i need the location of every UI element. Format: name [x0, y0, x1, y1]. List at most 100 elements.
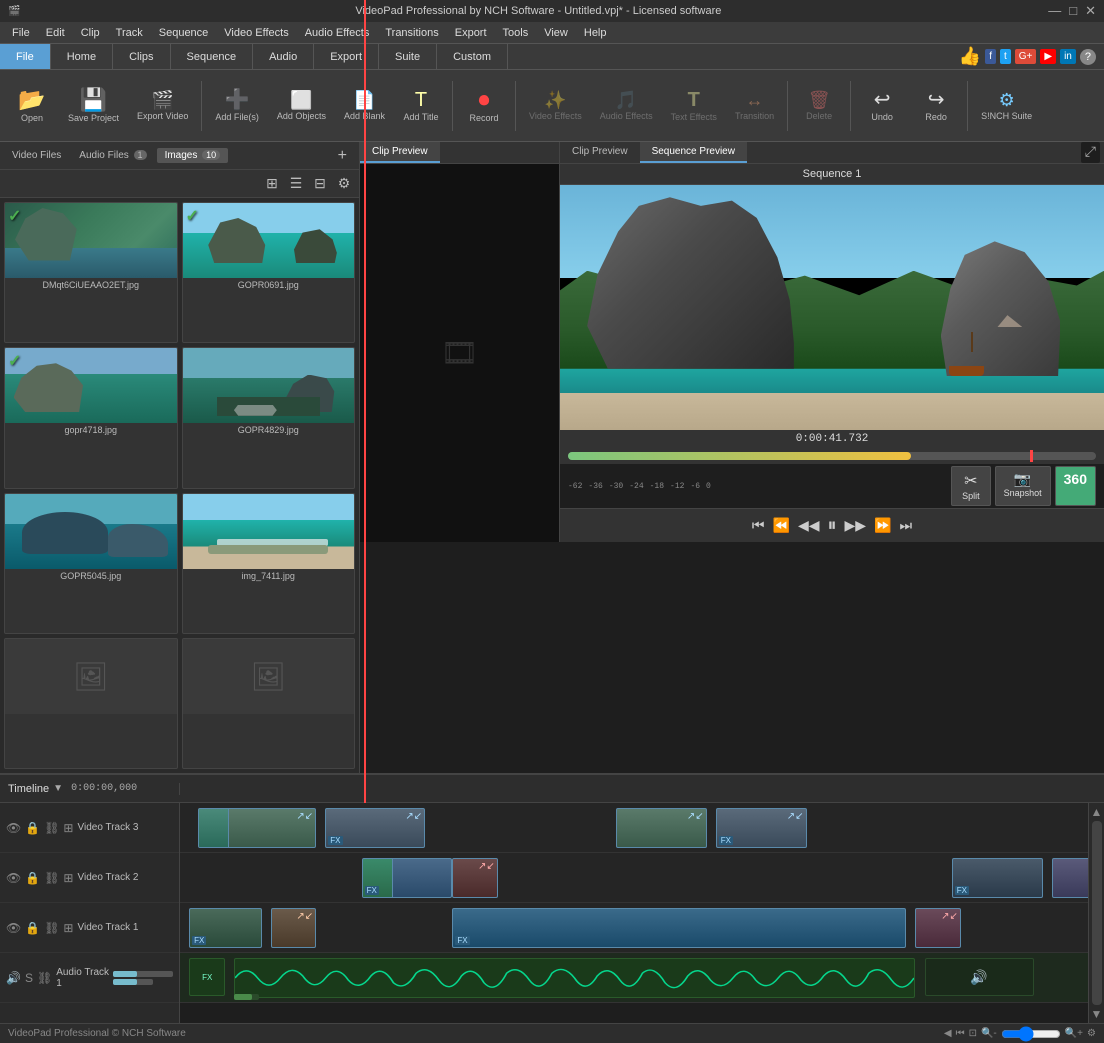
open-button[interactable]: 📂 Open	[6, 75, 58, 137]
menu-export[interactable]: Export	[447, 25, 495, 41]
menu-audio-effects[interactable]: Audio Effects	[297, 25, 378, 41]
video-clip[interactable]: ↗↙	[271, 908, 316, 948]
menu-edit[interactable]: Edit	[38, 25, 73, 41]
tab-sequence[interactable]: Sequence	[171, 44, 254, 69]
track-grid-icon[interactable]: ⊞	[63, 921, 73, 935]
video-clip[interactable]: FX	[452, 908, 906, 948]
add-objects-button[interactable]: ⬜ Add Objects	[269, 75, 334, 137]
video-clip[interactable]: FX	[362, 858, 453, 898]
track-link-icon[interactable]: ⛓	[44, 871, 59, 885]
sequence-preview-tab-active[interactable]: Sequence Preview	[640, 142, 747, 163]
add-files-button[interactable]: ➕ Add File(s)	[207, 75, 267, 137]
skip-end-button[interactable]: ⏭	[897, 515, 914, 536]
video-clip[interactable]: ↗↙ FX	[325, 808, 425, 848]
menu-view[interactable]: View	[536, 25, 576, 41]
view-toggle-2[interactable]: ☰	[285, 173, 307, 195]
view-settings[interactable]: ⚙	[333, 173, 355, 195]
video-clip[interactable]: ↗↙	[616, 808, 707, 848]
redo-button[interactable]: ↪ Redo	[910, 75, 962, 137]
view-toggle-1[interactable]: ⊞	[261, 173, 283, 195]
skip-start-button[interactable]: ⏮	[750, 515, 767, 536]
scroll-up-arrow[interactable]: ▲	[1091, 805, 1103, 819]
track-row-audio1[interactable]: FX 🔊	[180, 953, 1088, 1003]
tab-clips[interactable]: Clips	[113, 44, 170, 69]
nch-suite-button[interactable]: ⚙ S!NCH Suite	[973, 75, 1040, 137]
audio-fx-block[interactable]: FX	[189, 958, 225, 996]
menu-sequence[interactable]: Sequence	[151, 25, 217, 41]
next-frame-button[interactable]: ⏩	[872, 515, 893, 536]
tab-suite[interactable]: Suite	[379, 44, 437, 69]
track-lock-icon[interactable]: 🔒	[25, 871, 40, 885]
tracks-scrollbar[interactable]: ▲ ▼	[1088, 803, 1104, 1023]
video-clip[interactable]: FX	[952, 858, 1043, 898]
vr360-button[interactable]: 360	[1055, 466, 1096, 506]
tab-home[interactable]: Home	[51, 44, 113, 69]
track-link-icon[interactable]: ⛓	[44, 921, 59, 935]
video-clip[interactable]: ↗↙	[1052, 858, 1088, 898]
media-item[interactable]: GOPR4829.jpg	[182, 347, 356, 488]
menu-help[interactable]: Help	[576, 25, 615, 41]
menu-tools[interactable]: Tools	[495, 25, 537, 41]
save-project-button[interactable]: 💾 Save Project	[60, 75, 127, 137]
yt-icon[interactable]: ▶	[1040, 49, 1056, 64]
split-button[interactable]: ✂ Split	[951, 466, 991, 506]
menu-transitions[interactable]: Transitions	[377, 25, 446, 41]
tab-custom[interactable]: Custom	[437, 44, 508, 69]
media-item[interactable]: ✓ DMqt6CiUEAAO2ET.jpg	[4, 202, 178, 343]
audio-volume-bar[interactable]	[234, 994, 259, 1000]
tab-export[interactable]: Export	[314, 44, 379, 69]
close-button[interactable]: ✕	[1085, 3, 1096, 19]
video-clip[interactable]: ↗↙	[198, 808, 316, 848]
clip-preview-tab[interactable]: Clip Preview	[360, 142, 440, 163]
undo-button[interactable]: ↩ Undo	[856, 75, 908, 137]
track-grid-icon[interactable]: ⊞	[63, 871, 73, 885]
media-item[interactable]: img_7411.jpg	[182, 493, 356, 634]
zoom-slider[interactable]	[1001, 1028, 1061, 1040]
snapshot-button[interactable]: 📷 Snapshot	[995, 466, 1051, 506]
add-media-button[interactable]: +	[330, 147, 355, 165]
progress-bar[interactable]	[560, 448, 1104, 464]
help-icon[interactable]: ?	[1080, 49, 1096, 65]
record-button[interactable]: ⏺ Record	[458, 75, 510, 137]
tab-file[interactable]: File	[0, 44, 51, 69]
media-item[interactable]: ✓ gopr4718.jpg	[4, 347, 178, 488]
video-clip[interactable]: ↗↙	[452, 858, 497, 898]
timeline-dropdown[interactable]: ▼	[53, 783, 63, 794]
play-pause-button[interactable]: ⏸	[826, 513, 839, 538]
media-tab-audio-files[interactable]: Audio Files 1	[71, 148, 154, 163]
video-clip[interactable]: ↗↙	[915, 908, 960, 948]
sequence-preview-tab[interactable]: Clip Preview	[560, 142, 640, 163]
track-mute-icon[interactable]: 🔊	[6, 971, 21, 985]
view-toggle-3[interactable]: ⊟	[309, 173, 331, 195]
add-title-button[interactable]: T Add Title	[395, 75, 447, 137]
tab-audio[interactable]: Audio	[253, 44, 314, 69]
forward-button[interactable]: ▶▶	[843, 515, 869, 536]
timeline-home[interactable]: ⏮	[956, 1028, 965, 1039]
rewind-button[interactable]: ◀◀	[796, 515, 822, 536]
media-item-placeholder[interactable]: 🖼	[4, 638, 178, 769]
minimize-button[interactable]: —	[1048, 3, 1061, 19]
export-video-button[interactable]: 🎬 Export Video	[129, 75, 196, 137]
media-item[interactable]: GOPR5045.jpg	[4, 493, 178, 634]
text-effects-button[interactable]: T Text Effects	[663, 75, 725, 137]
audio-waveform[interactable]	[234, 958, 915, 998]
track-eye-icon[interactable]: 👁	[6, 871, 21, 885]
video-effects-button[interactable]: ✨ Video Effects	[521, 75, 590, 137]
track-link-icon[interactable]: ⛓	[44, 821, 59, 835]
maximize-button[interactable]: □	[1069, 3, 1077, 19]
menu-track[interactable]: Track	[108, 25, 151, 41]
delete-button[interactable]: 🗑 Delete	[793, 75, 845, 137]
video-clip[interactable]: FX	[189, 908, 262, 948]
menu-file[interactable]: File	[4, 25, 38, 41]
transition-button[interactable]: ↔ Transition	[727, 75, 782, 137]
menu-video-effects[interactable]: Video Effects	[216, 25, 296, 41]
track-grid-icon[interactable]: ⊞	[63, 821, 73, 835]
zoom-out[interactable]: 🔍-	[981, 1028, 997, 1039]
expand-preview-button[interactable]: ⤢	[1081, 142, 1100, 163]
media-item-placeholder[interactable]: 🖼	[182, 638, 356, 769]
track-eye-icon[interactable]: 👁	[6, 821, 21, 835]
timeline-scroll-left[interactable]: ◀	[944, 1028, 952, 1039]
scroll-thumb[interactable]	[1092, 821, 1102, 1005]
track-solo-icon[interactable]: S	[25, 971, 33, 985]
media-item[interactable]: ✓ GOPR0691.jpg	[182, 202, 356, 343]
